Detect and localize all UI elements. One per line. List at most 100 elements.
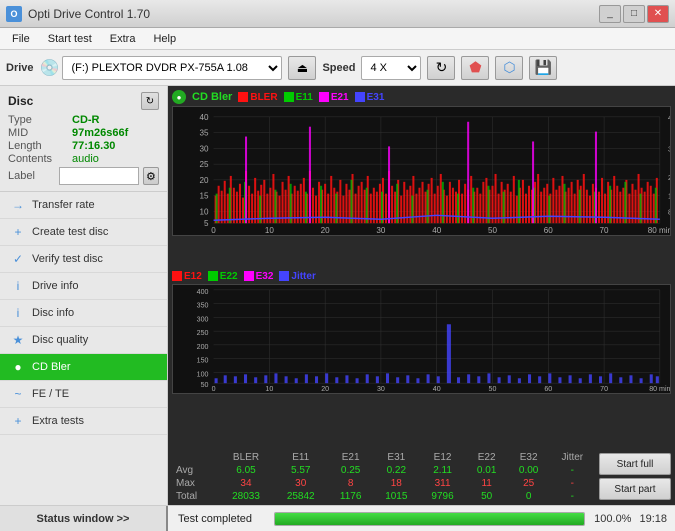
svg-text:60: 60 [544, 386, 552, 393]
sidebar-item-drive-info[interactable]: i Drive info [0, 273, 167, 300]
status-window-button[interactable]: Status window >> [0, 506, 168, 531]
label-input[interactable] [59, 167, 139, 185]
avg-e22: 0.01 [466, 464, 508, 477]
sidebar-item-disc-info[interactable]: i Disc info [0, 300, 167, 327]
avg-label: Avg [168, 464, 219, 477]
sidebar-item-create-test-disc[interactable]: + Create test disc [0, 219, 167, 246]
svg-text:80 min: 80 min [649, 386, 670, 393]
create-disc-icon: + [10, 224, 26, 240]
extra-tests-icon: + [10, 413, 26, 429]
e32-color [244, 271, 254, 281]
svg-text:400: 400 [197, 288, 209, 295]
maximize-button[interactable]: □ [623, 5, 645, 23]
svg-text:40: 40 [433, 386, 441, 393]
jitter-color [279, 271, 289, 281]
title-bar: O Opti Drive Control 1.70 _ □ ✕ [0, 0, 675, 28]
speed-select[interactable]: 4 X [361, 56, 421, 80]
cd-bler-icon: ● [10, 359, 26, 375]
col-e21: E21 [328, 451, 373, 464]
max-bler: 34 [219, 477, 274, 490]
svg-text:40: 40 [199, 113, 209, 122]
svg-text:15: 15 [199, 192, 209, 201]
start-part-button[interactable]: Start part [599, 478, 671, 500]
mid-value: 97m26s66f [72, 127, 128, 139]
menu-start-test[interactable]: Start test [40, 31, 100, 47]
sidebar-item-transfer-rate[interactable]: → Transfer rate [0, 192, 167, 219]
legend-e31: E31 [355, 92, 385, 103]
menu-extra[interactable]: Extra [102, 31, 144, 47]
fe-te-icon: ~ [10, 386, 26, 402]
type-label: Type [8, 114, 68, 126]
disc-title: Disc [8, 94, 33, 108]
svg-text:50: 50 [201, 382, 209, 389]
svg-text:250: 250 [197, 330, 209, 337]
total-jitter: - [550, 490, 595, 503]
contents-value: audio [72, 153, 99, 165]
menu-file[interactable]: File [4, 31, 38, 47]
eject-button[interactable]: ⏏ [288, 56, 316, 80]
e22-color [208, 271, 218, 281]
stats-row-total: Total 28033 25842 1176 1015 9796 50 0 - [168, 490, 595, 503]
sidebar-item-fe-te[interactable]: ~ FE / TE [0, 381, 167, 408]
extra-tests-label: Extra tests [32, 415, 84, 427]
svg-text:8 X: 8 X [668, 209, 670, 216]
copy-button[interactable]: ⬡ [495, 56, 523, 80]
start-full-button[interactable]: Start full [599, 453, 671, 475]
save-button[interactable]: 💾 [529, 56, 557, 80]
legend-e21: E21 [319, 92, 349, 103]
svg-text:70: 70 [600, 386, 608, 393]
progress-bar-fill [275, 513, 584, 525]
erase-button[interactable]: ⬟ [461, 56, 489, 80]
max-e32: 25 [508, 477, 550, 490]
label-settings-button[interactable]: ⚙ [143, 167, 159, 185]
refresh-button[interactable]: ↻ [427, 56, 455, 80]
transfer-rate-label: Transfer rate [32, 199, 95, 211]
sidebar-item-extra-tests[interactable]: + Extra tests [0, 408, 167, 435]
disc-quality-icon: ★ [10, 332, 26, 348]
svg-text:200: 200 [197, 343, 209, 350]
content-area: ● CD Bler BLER E11 E21 E31 [168, 86, 675, 505]
avg-jitter: - [550, 464, 595, 477]
toolbar: Drive 💿 (F:) PLEXTOR DVDR PX-755A 1.08 ⏏… [0, 50, 675, 86]
svg-text:10: 10 [265, 386, 273, 393]
menu-help[interactable]: Help [145, 31, 184, 47]
e21-color [319, 92, 329, 102]
stats-row-avg: Avg 6.05 5.57 0.25 0.22 2.11 0.01 0.00 - [168, 464, 595, 477]
progress-bar-container [274, 512, 585, 526]
svg-text:40: 40 [432, 226, 442, 235]
mid-label: MID [8, 127, 68, 139]
legend-jitter: Jitter [279, 271, 315, 282]
svg-text:50: 50 [488, 226, 498, 235]
total-bler: 28033 [219, 490, 274, 503]
max-label: Max [168, 477, 219, 490]
type-value: CD-R [72, 114, 100, 126]
status-completed-text: Test completed [168, 513, 268, 525]
svg-text:30: 30 [199, 144, 209, 153]
col-e22: E22 [466, 451, 508, 464]
sidebar-item-disc-quality[interactable]: ★ Disc quality [0, 327, 167, 354]
total-e12: 9796 [419, 490, 465, 503]
drive-select[interactable]: (F:) PLEXTOR DVDR PX-755A 1.08 [62, 56, 282, 80]
total-e21: 1176 [328, 490, 373, 503]
svg-text:20: 20 [321, 226, 331, 235]
sidebar-item-cd-bler[interactable]: ● CD Bler [0, 354, 167, 381]
col-e32: E32 [508, 451, 550, 464]
drive-info-icon: i [10, 278, 26, 294]
close-button[interactable]: ✕ [647, 5, 669, 23]
status-bar: Status window >> Test completed 100.0% 1… [0, 505, 675, 531]
avg-e31: 0.22 [373, 464, 419, 477]
svg-text:60: 60 [544, 226, 554, 235]
max-jitter: - [550, 477, 595, 490]
svg-text:10: 10 [265, 226, 275, 235]
svg-text:10: 10 [199, 207, 209, 216]
svg-text:25: 25 [199, 160, 209, 169]
minimize-button[interactable]: _ [599, 5, 621, 23]
stats-section: BLER E11 E21 E31 E12 E22 E32 Jitter Avg [168, 451, 595, 503]
total-e31: 1015 [373, 490, 419, 503]
disc-refresh-button[interactable]: ↻ [141, 92, 159, 110]
total-e11: 25842 [273, 490, 328, 503]
sidebar-item-verify-test-disc[interactable]: ✓ Verify test disc [0, 246, 167, 273]
avg-e32: 0.00 [508, 464, 550, 477]
save-icon: 💾 [535, 59, 552, 76]
svg-text:300: 300 [197, 316, 209, 323]
